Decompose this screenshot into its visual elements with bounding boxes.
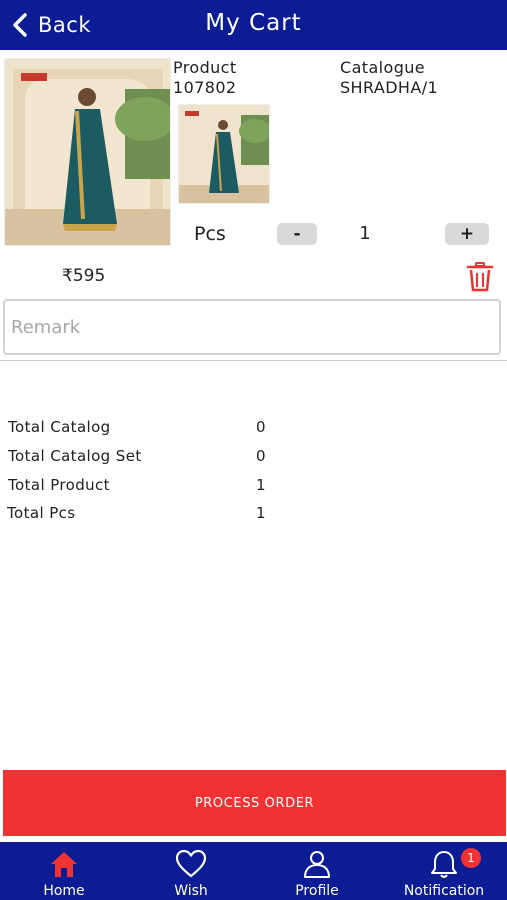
decrement-button[interactable]: - [277, 223, 317, 245]
product-code: 107802 [173, 78, 237, 97]
heart-icon [175, 849, 207, 878]
remark-input[interactable] [3, 299, 501, 355]
product-thumbnail[interactable] [178, 104, 270, 204]
tab-label: Home [43, 883, 85, 899]
summary-value: 1 [256, 476, 266, 494]
summary-value: 0 [256, 418, 266, 436]
summary-label: Total Catalog [8, 418, 111, 436]
pcs-label: Pcs [194, 223, 226, 245]
user-icon [304, 851, 330, 878]
saree-thumbnail-image [179, 105, 269, 203]
summary-label: Total Pcs [7, 504, 76, 522]
summary-value: 1 [256, 504, 266, 522]
notification-badge: 1 [461, 848, 481, 868]
summary-label: Total Catalog Set [8, 447, 142, 465]
trash-icon [466, 262, 494, 292]
tab-home[interactable]: Home [34, 842, 94, 900]
price-text: ₹595 [62, 266, 106, 286]
tab-wish[interactable]: Wish [161, 842, 221, 900]
saree-image [5, 59, 170, 245]
home-icon [51, 852, 77, 877]
tab-profile[interactable]: Profile [285, 842, 349, 900]
delete-button[interactable] [466, 262, 494, 292]
summary-label: Total Product [8, 476, 110, 494]
page-title: My Cart [205, 10, 302, 36]
tab-label: Notification [403, 883, 485, 899]
bell-icon [431, 851, 457, 878]
tab-label: Profile [295, 883, 339, 899]
tab-notification[interactable]: Notification 1 [395, 842, 493, 900]
tab-label: Wish [174, 883, 208, 899]
quantity-value: 1 [359, 223, 371, 244]
catalogue-name: SHRADHA/1 [340, 78, 439, 97]
process-order-button[interactable]: PROCESS ORDER [3, 770, 506, 836]
product-image[interactable] [4, 58, 171, 246]
bottom-tab-bar: Home Wish Profile Notification 1 [0, 842, 507, 900]
catalogue-label: Catalogue [340, 58, 426, 77]
divider [0, 360, 507, 361]
increment-button[interactable]: + [445, 223, 489, 245]
summary-value: 0 [256, 447, 266, 465]
product-label: Product [173, 58, 237, 77]
header-bar: Back My Cart [0, 0, 507, 50]
